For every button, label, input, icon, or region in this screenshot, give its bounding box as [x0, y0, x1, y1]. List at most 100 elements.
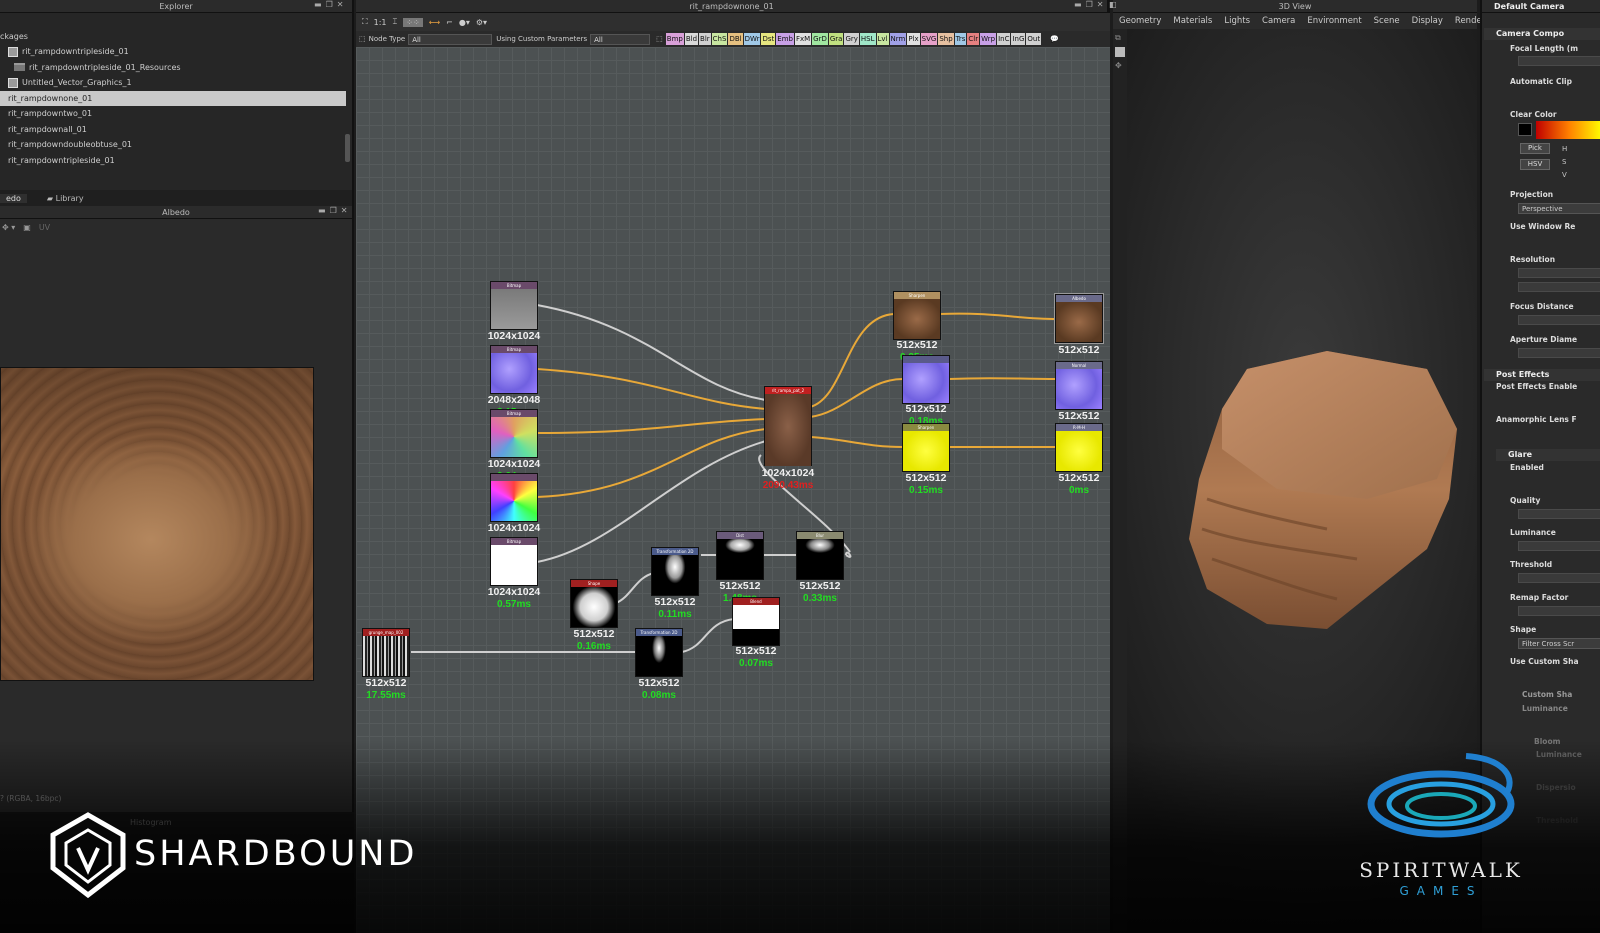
- node-type-chip[interactable]: Bld: [684, 33, 699, 45]
- float-icon[interactable]: ❐: [326, 0, 333, 9]
- move-icon[interactable]: ✥ ▾: [2, 223, 15, 232]
- node-transformation-2[interactable]: Transformation 2D: [635, 628, 683, 677]
- fit-icon[interactable]: ⛶: [362, 17, 368, 27]
- float-icon[interactable]: ❐: [1086, 0, 1093, 9]
- view3d-menu-item[interactable]: Lights: [1224, 16, 1250, 26]
- node-shape[interactable]: Shape: [570, 579, 618, 628]
- color-gradient-picker[interactable]: [1536, 121, 1600, 139]
- node-type-chip[interactable]: Plx: [907, 33, 920, 45]
- tree-item[interactable]: rit_rampdowntripleside_01: [0, 44, 354, 60]
- move-icon[interactable]: ✥: [1115, 61, 1125, 70]
- tree-item[interactable]: rit_rampdowndoubleobtuse_01: [0, 137, 354, 153]
- section-camera[interactable]: Camera Compo: [1484, 28, 1600, 40]
- node-type-chip[interactable]: Blr: [699, 33, 711, 45]
- view3d-menu-item[interactable]: Geometry: [1119, 16, 1161, 26]
- node-type-chip[interactable]: HSL: [859, 33, 876, 45]
- hsv-button[interactable]: HSV: [1520, 159, 1550, 170]
- remap-factor-field[interactable]: [1518, 606, 1600, 616]
- node-blend[interactable]: Blend: [732, 597, 780, 646]
- node-transformation-1[interactable]: Transformation 2D: [651, 547, 699, 596]
- tree-item[interactable]: rit_rampdowntripleside_01: [0, 153, 354, 169]
- close-icon[interactable]: ✕: [341, 206, 348, 215]
- node-type-chip[interactable]: DBl: [728, 33, 743, 45]
- node-bitmap-1[interactable]: Bitmap: [490, 281, 538, 330]
- node-dist[interactable]: Dist: [716, 531, 764, 580]
- node-type-select[interactable]: All: [408, 33, 493, 45]
- node-type-chip[interactable]: Clr: [967, 33, 980, 45]
- node-blur[interactable]: Blur: [796, 531, 844, 580]
- view3d-menu-item[interactable]: Scene: [1374, 16, 1400, 26]
- node-grunge-map[interactable]: grunge_map_002: [362, 628, 410, 677]
- explorer-scrollbar[interactable]: [345, 134, 350, 162]
- select-icon[interactable]: [1115, 47, 1125, 57]
- node-type-chip[interactable]: Shp: [938, 33, 954, 45]
- camera-icon[interactable]: ◧: [1109, 0, 1117, 9]
- bomb-icon[interactable]: ●▾: [459, 18, 470, 27]
- node-type-chip[interactable]: SVG: [920, 33, 938, 45]
- threshold-field[interactable]: [1518, 573, 1600, 583]
- node-output-normal[interactable]: Normal: [1055, 361, 1103, 410]
- uv-toggle[interactable]: UV: [39, 223, 50, 232]
- node-type-chip[interactable]: FxM: [794, 33, 812, 45]
- custom-params-select[interactable]: All: [590, 33, 651, 45]
- tab-library[interactable]: ▰ Library: [41, 194, 90, 203]
- luminance-field[interactable]: [1518, 541, 1600, 551]
- node-type-chip[interactable]: DWr: [743, 33, 761, 45]
- node-type-chip[interactable]: ChS: [711, 33, 728, 45]
- node-type-chip[interactable]: Gra: [828, 33, 844, 45]
- node-type-chip[interactable]: InC: [997, 33, 1011, 45]
- section-post-effects[interactable]: Post Effects: [1484, 369, 1600, 381]
- connector-icon[interactable]: ⟷: [429, 18, 440, 27]
- node-main-material[interactable]: rit_rampa_pat_2: [764, 386, 812, 466]
- shape-select[interactable]: Filter Cross Scr: [1518, 638, 1600, 649]
- graph-canvas[interactable]: Bitmap 1024x1024 Bitmap 2048x2048 8.15ms…: [356, 47, 1110, 933]
- pin-icon[interactable]: ▬: [314, 0, 322, 9]
- node-type-chip[interactable]: Out: [1026, 33, 1042, 45]
- tree-item[interactable]: rit_rampdowntripleside_01_Resources: [0, 60, 354, 76]
- float-icon[interactable]: ❐: [330, 206, 337, 215]
- close-icon[interactable]: ✕: [1097, 0, 1104, 9]
- zoom-level[interactable]: 1:1: [374, 18, 387, 27]
- clear-color-swatch[interactable]: [1518, 123, 1532, 136]
- select-tool-icon[interactable]: ⁘⁘: [403, 17, 423, 27]
- view3d-menu-item[interactable]: Materials: [1173, 16, 1212, 26]
- node-output-albedo[interactable]: Albedo: [1054, 293, 1104, 344]
- quality-field[interactable]: [1518, 509, 1600, 519]
- node-type-chip[interactable]: Lvl: [876, 33, 889, 45]
- tab-albedo[interactable]: edo: [0, 193, 27, 203]
- view3d-menu-item[interactable]: Camera: [1262, 16, 1295, 26]
- cursor-icon[interactable]: ⌶: [392, 17, 397, 27]
- pin-icon[interactable]: ▬: [1074, 0, 1082, 9]
- projection-select[interactable]: Perspective: [1518, 203, 1600, 214]
- node-bitmap-4[interactable]: [490, 473, 538, 522]
- view3d-menu-item[interactable]: Display: [1412, 16, 1443, 26]
- pin-icon[interactable]: ▬: [318, 206, 326, 215]
- wire-icon[interactable]: ⌐: [446, 18, 453, 27]
- view3d-menu-item[interactable]: Environment: [1307, 16, 1361, 26]
- camera-icon[interactable]: ⧉: [1115, 33, 1125, 43]
- gear-icon[interactable]: ⚙▾: [476, 18, 487, 27]
- node-type-chip[interactable]: Bmp: [665, 33, 684, 45]
- pick-button[interactable]: Pick: [1520, 143, 1550, 154]
- channel-icon[interactable]: ▣: [23, 223, 31, 232]
- tree-item[interactable]: rit_rampdownone_01: [0, 90, 346, 106]
- node-type-chip[interactable]: Gry: [844, 33, 859, 45]
- node-type-chip[interactable]: Dst: [761, 33, 776, 45]
- close-icon[interactable]: ✕: [337, 0, 344, 9]
- tree-item[interactable]: rit_rampdownall_01: [0, 122, 354, 138]
- node-type-chip[interactable]: InG: [1011, 33, 1026, 45]
- tree-item[interactable]: Untitled_Vector_Graphics_1: [0, 75, 354, 91]
- comment-icon[interactable]: 💬: [1050, 35, 1059, 43]
- node-type-chip[interactable]: Wrp: [980, 33, 997, 45]
- node-normal[interactable]: [902, 355, 950, 404]
- aperture-field[interactable]: [1518, 348, 1600, 358]
- node-bitmap-5[interactable]: Bitmap: [490, 537, 538, 586]
- focal-length-field[interactable]: [1518, 56, 1600, 66]
- resolution-width-field[interactable]: [1518, 268, 1600, 278]
- node-type-chip[interactable]: Trs: [954, 33, 967, 45]
- node-output-rmh[interactable]: R-M-H: [1055, 423, 1103, 472]
- tree-item[interactable]: rit_rampdowntwo_01: [0, 106, 354, 122]
- node-bitmap-2[interactable]: Bitmap: [490, 345, 538, 394]
- node-type-chip[interactable]: Emb: [776, 33, 794, 45]
- node-sharpen-2[interactable]: Sharpen: [902, 423, 950, 472]
